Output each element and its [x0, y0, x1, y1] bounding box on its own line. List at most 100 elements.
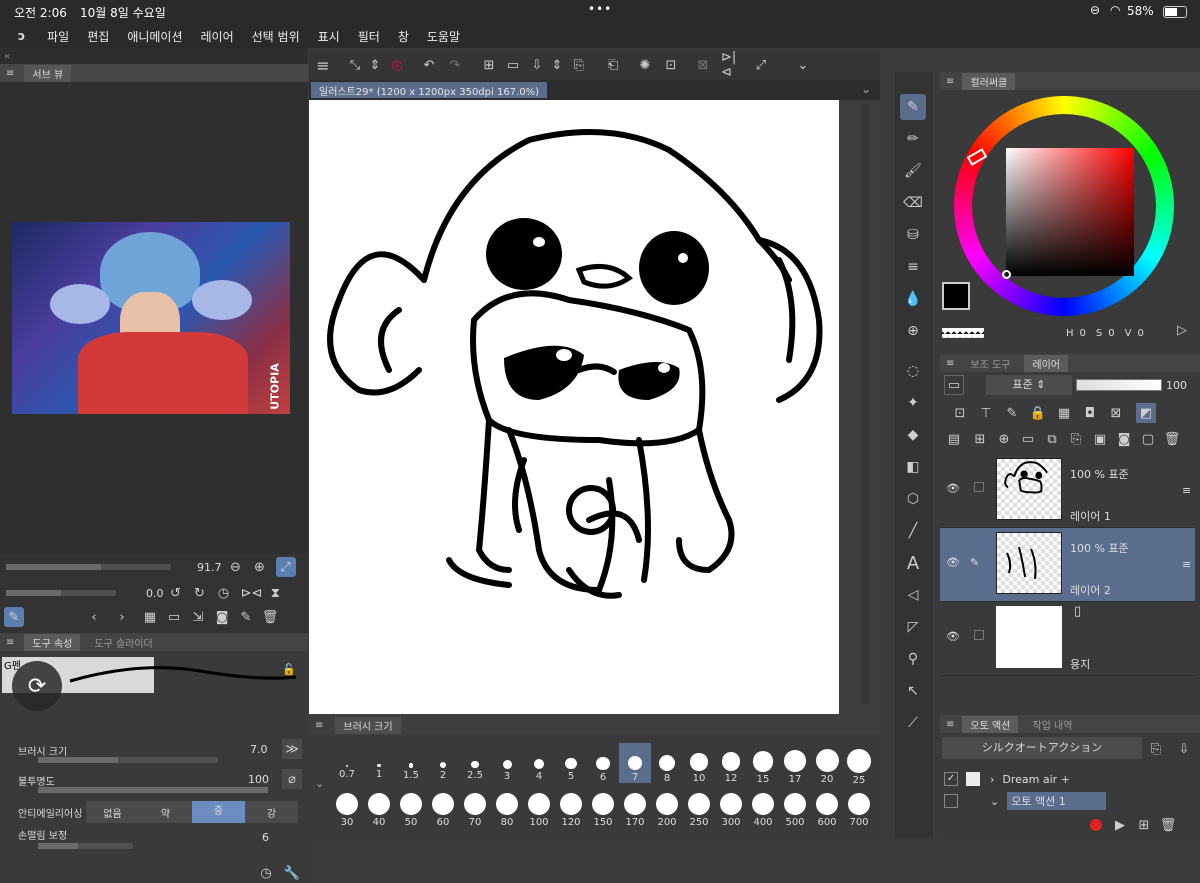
- merge-down-icon[interactable]: ⧉: [1042, 429, 1062, 449]
- layer-props-icon[interactable]: ▤: [944, 429, 964, 449]
- pencil-tool-icon[interactable]: ✏: [900, 126, 926, 152]
- brush-size-option[interactable]: 2: [427, 745, 459, 781]
- action-check[interactable]: [944, 794, 958, 808]
- collapse-bar[interactable]: «: [0, 48, 308, 64]
- menu-view[interactable]: 표시: [318, 28, 340, 45]
- menu-layer[interactable]: 레이어: [201, 28, 234, 45]
- layer-row[interactable]: 👁 100 % 표준 레이어 1 ≡: [940, 454, 1195, 528]
- opacity-pressure-icon[interactable]: ⌀: [282, 769, 302, 789]
- layer-menu-icon[interactable]: ≡: [1182, 484, 1191, 497]
- import-icon[interactable]: ⇲: [188, 607, 208, 627]
- multitask-dots[interactable]: •••: [588, 2, 612, 16]
- menu-help[interactable]: 도움말: [427, 28, 460, 45]
- open-icon[interactable]: ▭: [503, 55, 523, 75]
- layer-checkbox[interactable]: [974, 630, 984, 640]
- menu-edit[interactable]: 편집: [87, 28, 109, 45]
- layer-menu-icon[interactable]: ≡: [1182, 558, 1191, 571]
- visibility-eye-icon[interactable]: 👁: [946, 556, 960, 569]
- line-tool-icon[interactable]: ╱: [900, 518, 926, 544]
- new-file-icon[interactable]: ⊞: [479, 55, 499, 75]
- mask-add-icon[interactable]: ◙: [1114, 429, 1134, 449]
- transform-icon[interactable]: ⤡: [345, 55, 365, 75]
- layer-opacity-slider[interactable]: [1076, 379, 1162, 391]
- tab-layer[interactable]: 레이어: [1024, 354, 1068, 372]
- record-icon[interactable]: [1090, 819, 1102, 831]
- brush-size-option[interactable]: 170: [619, 791, 651, 828]
- rotate-left-icon[interactable]: ↺: [166, 583, 186, 603]
- flip-canvas-icon[interactable]: ⊳|⊲: [721, 50, 741, 80]
- brush-size-tab[interactable]: 브러시 크기: [335, 716, 401, 734]
- tab-menu-icon[interactable]: ⌄: [861, 82, 871, 96]
- tab-tool-properties[interactable]: 도구 속성: [24, 633, 81, 651]
- copy-layer-icon[interactable]: ⎘: [1066, 429, 1086, 449]
- tab-sub-tool[interactable]: 보조 도구: [962, 354, 1019, 372]
- crop-icon[interactable]: ⊡: [661, 55, 681, 75]
- pressure-icon[interactable]: ≫: [282, 739, 302, 759]
- brush-size-option[interactable]: 0.7: [331, 746, 363, 780]
- move-tool-icon[interactable]: ↖: [900, 678, 926, 704]
- brush-size-option[interactable]: 300: [715, 791, 747, 828]
- action-set-select[interactable]: シルクオートアクション: [942, 737, 1142, 759]
- combine-icon[interactable]: ▣: [1090, 429, 1110, 449]
- save-icon[interactable]: ⇩: [527, 55, 547, 75]
- lasso-tool-icon[interactable]: ◌: [900, 358, 926, 384]
- brush-size-option[interactable]: 3: [491, 744, 523, 782]
- prev-image-icon[interactable]: ‹: [84, 607, 104, 627]
- new-folder-icon[interactable]: ▭: [1018, 429, 1038, 449]
- lock-icon[interactable]: 🔓: [282, 663, 296, 676]
- action-item[interactable]: ✓ › Dream air +: [944, 769, 1196, 789]
- decoration-tool-icon[interactable]: ≡: [900, 254, 926, 280]
- action-copy-icon[interactable]: ⎘: [1146, 739, 1166, 759]
- canvas-tab[interactable]: 일러스트29* (1200 x 1200px 350dpi 167.0%): [311, 82, 547, 98]
- aa-weak[interactable]: 약: [139, 805, 192, 820]
- ruler-show-icon[interactable]: ⊠: [1106, 403, 1126, 423]
- camera-icon[interactable]: ◙: [212, 607, 232, 627]
- brush-size-option[interactable]: 5: [555, 744, 587, 782]
- reference-photo[interactable]: UTOPIA: [12, 222, 290, 414]
- menu-animation[interactable]: 애니메이션: [127, 28, 182, 45]
- toolbar-collapse-icon[interactable]: ⌄: [793, 55, 813, 75]
- brush-size-option[interactable]: 10: [683, 742, 715, 784]
- brush-size-option[interactable]: 6: [587, 743, 619, 783]
- zoom-tool-icon[interactable]: ⚲: [900, 646, 926, 672]
- chevron-right-icon[interactable]: ›: [990, 773, 994, 786]
- undo-icon[interactable]: ↶: [419, 55, 439, 75]
- brush-size-option[interactable]: 80: [491, 791, 523, 828]
- layer-color-toggle-icon[interactable]: ◩: [1136, 403, 1156, 423]
- action-check[interactable]: ✓: [944, 772, 958, 786]
- loading-icon[interactable]: ✺: [635, 55, 655, 75]
- draft-icon[interactable]: ✎: [1002, 403, 1022, 423]
- hamburger-icon[interactable]: ≡: [313, 55, 333, 75]
- zoom-out-icon[interactable]: ⊖: [226, 557, 246, 577]
- delete-action-icon[interactable]: 🗑: [1158, 815, 1178, 835]
- export-icon[interactable]: ⎘: [569, 55, 589, 75]
- tab-auto-action[interactable]: 오토 액션: [962, 715, 1019, 733]
- add-action-icon[interactable]: ⊞: [1134, 815, 1154, 835]
- brush-size-option[interactable]: 8: [651, 743, 683, 784]
- action-item-selected[interactable]: ⌄ 오토 액션 1: [944, 791, 1196, 811]
- lock-layer-icon[interactable]: 🔒: [1028, 403, 1048, 423]
- menu-filter[interactable]: 필터: [358, 28, 380, 45]
- visibility-eye-icon[interactable]: 👁: [946, 482, 960, 495]
- brush-size-option[interactable]: 25: [843, 741, 875, 786]
- brush-size-option[interactable]: 150: [587, 791, 619, 828]
- canvas-scrollbar[interactable]: [861, 104, 869, 704]
- aa-none[interactable]: 없음: [86, 805, 139, 820]
- apply-mask-icon[interactable]: ▢: [1138, 429, 1158, 449]
- reset-rotation-icon[interactable]: ◷: [214, 583, 234, 603]
- paste-icon[interactable]: ⎗: [603, 55, 623, 75]
- sync-tool-icon[interactable]: ⟳: [12, 661, 62, 711]
- menu-window[interactable]: 창: [398, 28, 409, 45]
- brush-size-option[interactable]: 400: [747, 791, 779, 828]
- brush-size-option[interactable]: 12: [715, 742, 747, 784]
- menu-file[interactable]: 파일: [47, 28, 69, 45]
- canvas-area[interactable]: [309, 100, 880, 715]
- eraser-tool-icon[interactable]: ⌫: [900, 190, 926, 216]
- magic-wand-icon[interactable]: ✦: [900, 390, 926, 416]
- play-icon[interactable]: ▶: [1110, 815, 1130, 835]
- deselect-icon[interactable]: ⊠: [693, 55, 713, 75]
- subview-tab[interactable]: 서브 뷰: [24, 64, 72, 82]
- layer-checkbox[interactable]: [974, 482, 984, 492]
- delete-layer-icon[interactable]: 🗑: [1162, 429, 1182, 449]
- brush-tool-icon[interactable]: 🖌: [900, 158, 926, 184]
